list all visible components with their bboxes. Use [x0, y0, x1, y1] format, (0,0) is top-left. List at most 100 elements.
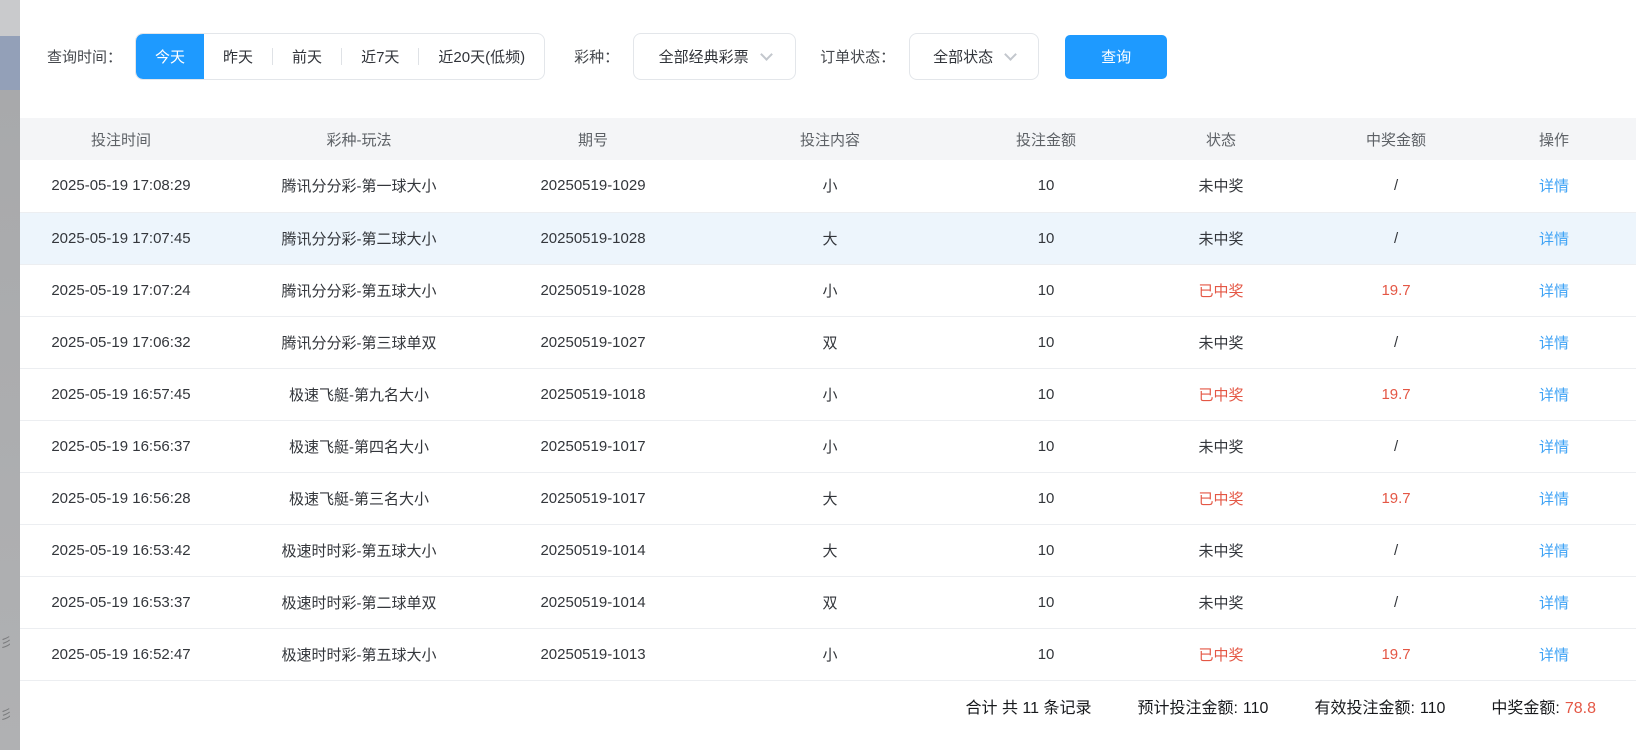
- column-header-7: 操作: [1472, 118, 1636, 160]
- time-filter-option-4[interactable]: 近20天(低频): [419, 34, 544, 79]
- bet-time-cell: 2025-05-19 17:06:32: [20, 316, 222, 368]
- time-filter-option-1[interactable]: 昨天: [204, 34, 272, 79]
- lottery-type-label: 彩种：: [574, 46, 619, 67]
- detail-link[interactable]: 详情: [1539, 439, 1569, 456]
- detail-link[interactable]: 详情: [1539, 491, 1569, 508]
- game-play-cell: 极速飞艇-第三名大小: [222, 472, 496, 524]
- status-cell: 已中奖: [1122, 264, 1320, 316]
- win-amount-cell: /: [1320, 524, 1472, 576]
- time-filter-group: 今天昨天前天近7天近20天(低频): [135, 33, 545, 80]
- bet-time-cell: 2025-05-19 17:07:24: [20, 264, 222, 316]
- issue-number-cell: 20250519-1018: [496, 368, 690, 420]
- issue-number-cell: 20250519-1028: [496, 264, 690, 316]
- time-filter-option-0[interactable]: 今天: [136, 34, 204, 79]
- bet-content-cell: 大: [690, 472, 970, 524]
- sidebar-text-fragment: 彡: [0, 632, 10, 651]
- bet-time-cell: 2025-05-19 16:53:37: [20, 576, 222, 628]
- status-cell: 已中奖: [1122, 628, 1320, 680]
- game-play-cell: 腾讯分分彩-第五球大小: [222, 264, 496, 316]
- bet-records-table: 投注时间彩种-玩法期号投注内容投注金额状态中奖金额操作 2025-05-19 1…: [20, 118, 1636, 681]
- bet-amount-cell: 10: [970, 420, 1122, 472]
- bet-amount-cell: 10: [970, 368, 1122, 420]
- chevron-down-icon: [760, 48, 773, 61]
- issue-number-cell: 20250519-1014: [496, 576, 690, 628]
- bet-content-cell: 小: [690, 628, 970, 680]
- table-row[interactable]: 2025-05-19 17:07:24腾讯分分彩-第五球大小20250519-1…: [20, 264, 1636, 316]
- column-header-2: 期号: [496, 118, 690, 160]
- bet-amount-cell: 10: [970, 576, 1122, 628]
- search-button[interactable]: 查询: [1065, 35, 1167, 79]
- table-row[interactable]: 2025-05-19 16:56:37极速飞艇-第四名大小20250519-10…: [20, 420, 1636, 472]
- table-row[interactable]: 2025-05-19 17:06:32腾讯分分彩-第三球单双20250519-1…: [20, 316, 1636, 368]
- bet-amount-cell: 10: [970, 628, 1122, 680]
- table-row[interactable]: 2025-05-19 16:52:47极速时时彩-第五球大小20250519-1…: [20, 628, 1636, 680]
- table-row[interactable]: 2025-05-19 16:53:42极速时时彩-第五球大小20250519-1…: [20, 524, 1636, 576]
- win-amount-cell: /: [1320, 316, 1472, 368]
- detail-link[interactable]: 详情: [1539, 387, 1569, 404]
- win-amount-cell: /: [1320, 160, 1472, 212]
- game-play-cell: 极速飞艇-第九名大小: [222, 368, 496, 420]
- detail-link[interactable]: 详情: [1539, 595, 1569, 612]
- issue-number-cell: 20250519-1027: [496, 316, 690, 368]
- detail-link[interactable]: 详情: [1539, 543, 1569, 560]
- column-header-3: 投注内容: [690, 118, 970, 160]
- status-cell: 未中奖: [1122, 316, 1320, 368]
- main-content: 查询时间： 今天昨天前天近7天近20天(低频) 彩种： 全部经典彩票 订单状态：…: [20, 0, 1636, 731]
- bet-content-cell: 小: [690, 368, 970, 420]
- bet-content-cell: 大: [690, 212, 970, 264]
- game-play-cell: 腾讯分分彩-第二球大小: [222, 212, 496, 264]
- bet-time-cell: 2025-05-19 16:52:47: [20, 628, 222, 680]
- bet-time-cell: 2025-05-19 17:08:29: [20, 160, 222, 212]
- table-row[interactable]: 2025-05-19 17:07:45腾讯分分彩-第二球大小20250519-1…: [20, 212, 1636, 264]
- detail-link[interactable]: 详情: [1539, 231, 1569, 248]
- bet-content-cell: 大: [690, 524, 970, 576]
- table-row[interactable]: 2025-05-19 16:56:28极速飞艇-第三名大小20250519-10…: [20, 472, 1636, 524]
- table-row[interactable]: 2025-05-19 16:57:45极速飞艇-第九名大小20250519-10…: [20, 368, 1636, 420]
- total-records: 合计 共 11 条记录: [966, 694, 1092, 718]
- order-status-label: 订单状态：: [820, 46, 895, 67]
- action-cell: 详情: [1472, 576, 1636, 628]
- order-status-select[interactable]: 全部状态: [909, 33, 1039, 80]
- sidebar-text-fragment: 彡: [0, 704, 10, 723]
- issue-number-cell: 20250519-1014: [496, 524, 690, 576]
- filter-bar: 查询时间： 今天昨天前天近7天近20天(低频) 彩种： 全部经典彩票 订单状态：…: [20, 33, 1636, 80]
- game-play-cell: 极速时时彩-第二球单双: [222, 576, 496, 628]
- bet-amount-cell: 10: [970, 160, 1122, 212]
- game-play-cell: 极速飞艇-第四名大小: [222, 420, 496, 472]
- expected-bet-amount: 预计投注金额:110: [1137, 694, 1268, 718]
- table-row[interactable]: 2025-05-19 17:08:29腾讯分分彩-第一球大小20250519-1…: [20, 160, 1636, 212]
- issue-number-cell: 20250519-1028: [496, 212, 690, 264]
- bet-time-cell: 2025-05-19 16:57:45: [20, 368, 222, 420]
- table-row[interactable]: 2025-05-19 16:53:37极速时时彩-第二球单双20250519-1…: [20, 576, 1636, 628]
- chevron-down-icon: [1004, 48, 1017, 61]
- column-header-0: 投注时间: [20, 118, 222, 160]
- bet-content-cell: 小: [690, 160, 970, 212]
- column-header-6: 中奖金额: [1320, 118, 1472, 160]
- detail-link[interactable]: 详情: [1539, 283, 1569, 300]
- detail-link[interactable]: 详情: [1539, 335, 1569, 352]
- status-cell: 未中奖: [1122, 524, 1320, 576]
- column-header-1: 彩种-玩法: [222, 118, 496, 160]
- win-amount-cell: /: [1320, 420, 1472, 472]
- lottery-type-select[interactable]: 全部经典彩票: [633, 33, 796, 80]
- order-status-value: 全部状态: [933, 46, 993, 67]
- win-amount-cell: /: [1320, 212, 1472, 264]
- column-header-5: 状态: [1122, 118, 1320, 160]
- bet-amount-cell: 10: [970, 316, 1122, 368]
- action-cell: 详情: [1472, 524, 1636, 576]
- win-amount-cell: 19.7: [1320, 472, 1472, 524]
- detail-link[interactable]: 详情: [1539, 647, 1569, 664]
- issue-number-cell: 20250519-1029: [496, 160, 690, 212]
- status-cell: 未中奖: [1122, 212, 1320, 264]
- action-cell: 详情: [1472, 368, 1636, 420]
- game-play-cell: 腾讯分分彩-第一球大小: [222, 160, 496, 212]
- time-filter-option-3[interactable]: 近7天: [342, 34, 418, 79]
- bet-content-cell: 小: [690, 264, 970, 316]
- issue-number-cell: 20250519-1017: [496, 472, 690, 524]
- bet-amount-cell: 10: [970, 212, 1122, 264]
- detail-link[interactable]: 详情: [1539, 178, 1569, 195]
- action-cell: 详情: [1472, 316, 1636, 368]
- action-cell: 详情: [1472, 420, 1636, 472]
- bet-content-cell: 双: [690, 316, 970, 368]
- time-filter-option-2[interactable]: 前天: [273, 34, 341, 79]
